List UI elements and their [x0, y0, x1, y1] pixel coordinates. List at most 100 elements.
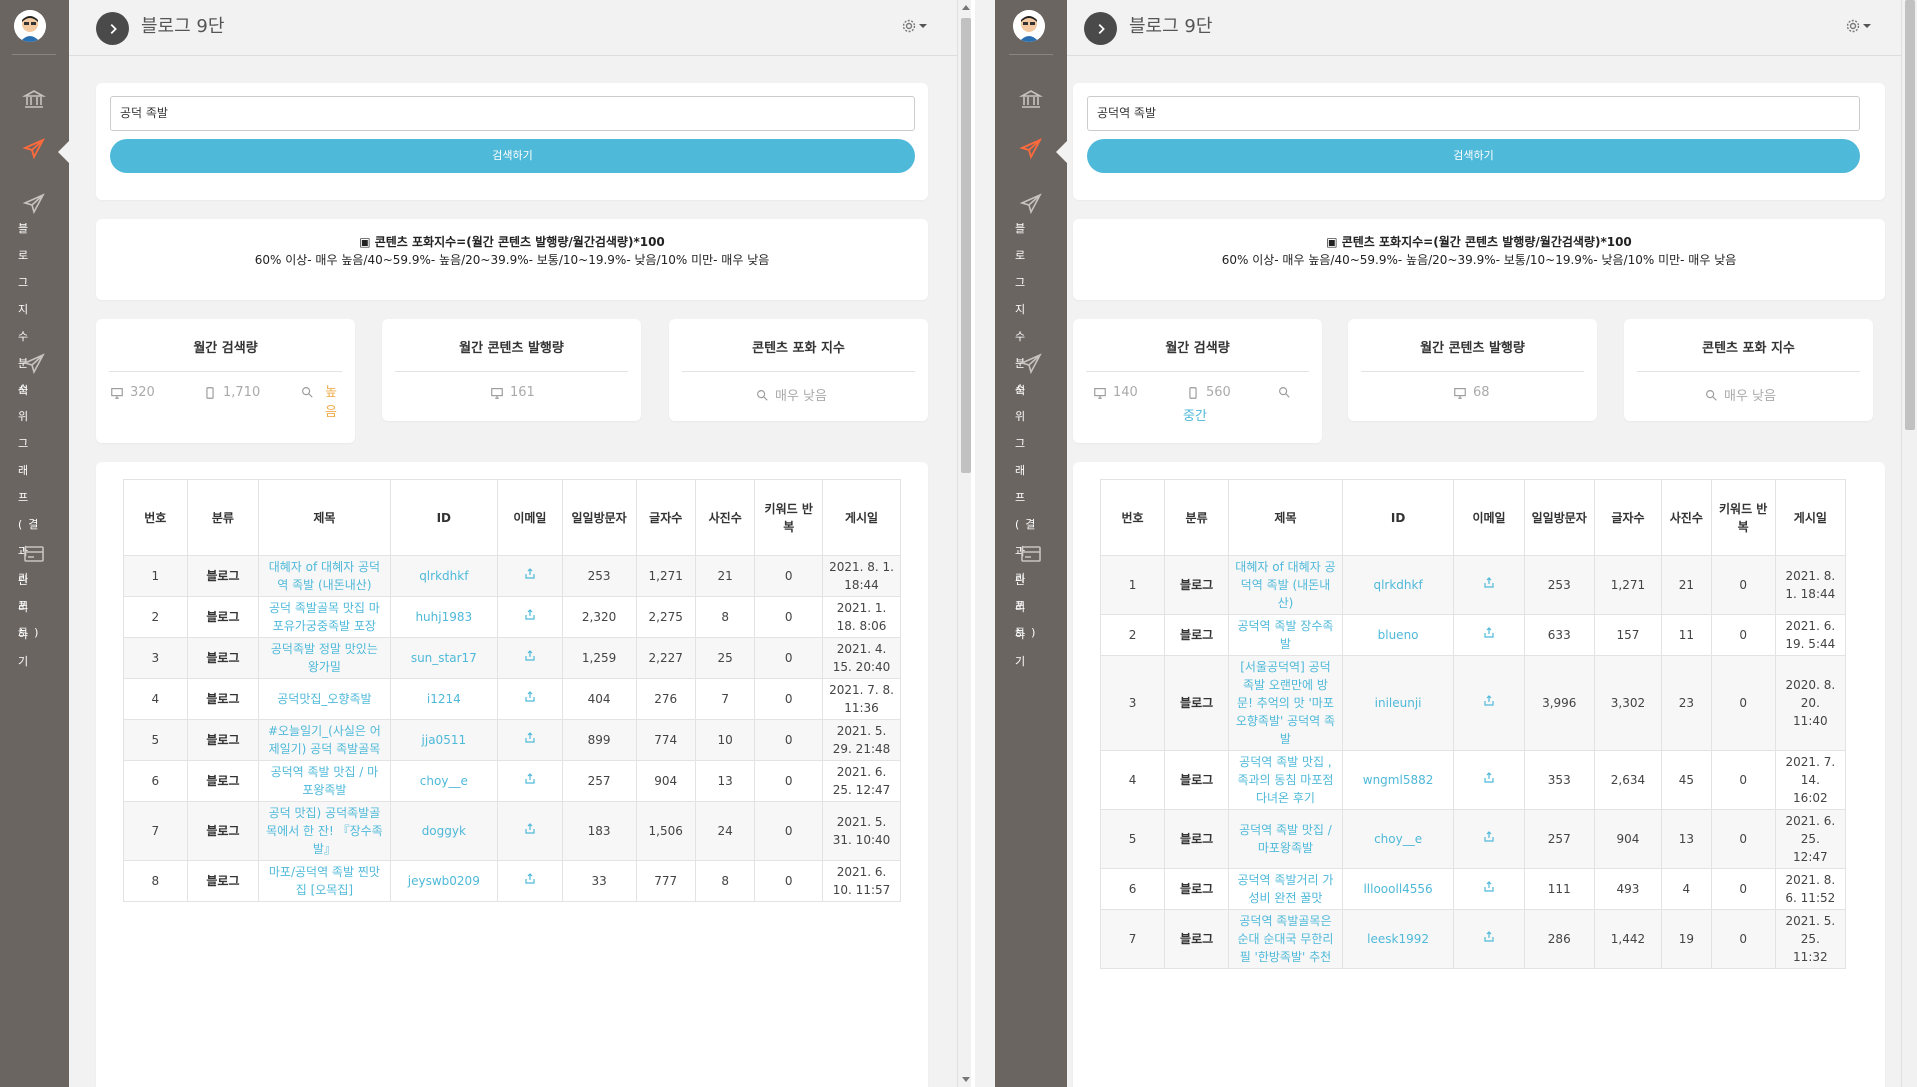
- blog-id-link[interactable]: qlrkdhkf: [389, 555, 499, 597]
- card-icon[interactable]: [20, 540, 48, 568]
- blog-id-link[interactable]: blueno: [1341, 614, 1455, 656]
- send-icon-active[interactable]: [1017, 135, 1045, 163]
- post-title-link[interactable]: 공덕 맛집) 공덕족발골목에서 한 잔! 『장수족발』: [258, 801, 391, 861]
- table-row[interactable]: 4 블로그 공덕역 족발 맛집 , 족과의 동침 마포점 다녀온 후기 wngml58…: [1099, 750, 1847, 810]
- share-icon[interactable]: [1483, 576, 1495, 588]
- active-notch: [1056, 140, 1068, 164]
- table-row[interactable]: 4 블로그 공덕맛집_오향족발 i1214 404 276 7 0 2021. 7. 8. 11…: [123, 678, 901, 720]
- search-input[interactable]: 공덕역 족발: [1087, 96, 1860, 131]
- share-icon[interactable]: [1483, 694, 1495, 706]
- email-cell: [1453, 750, 1525, 810]
- post-title-link[interactable]: 공덕역 족발 장수족발: [1228, 614, 1343, 656]
- blog-id-link[interactable]: choy__e: [389, 760, 499, 802]
- post-title-link[interactable]: 공덕역 족발거리 가성비 완전 꿀맛: [1228, 868, 1343, 910]
- blog-id-link[interactable]: choy__e: [1341, 809, 1455, 869]
- gear-icon[interactable]: [901, 18, 917, 34]
- bank-icon[interactable]: [20, 85, 48, 113]
- bank-icon[interactable]: [1017, 85, 1045, 113]
- table-row[interactable]: 6 블로그 공덕역 족발거리 가성비 완전 꿀맛 llloooll4556 111 493…: [1099, 868, 1847, 910]
- table-row[interactable]: 2 블로그 공덕역 족발 장수족발 blueno 633 157 11 0 2021. 6. 1…: [1099, 614, 1847, 656]
- row-category: 블로그: [186, 760, 260, 802]
- gear-icon[interactable]: [1845, 18, 1861, 34]
- blog-id-link[interactable]: sun_star17: [389, 637, 499, 679]
- post-title-link[interactable]: [서울공덕역] 공덕 족발 오랜만에 방문! 추억의 맛 '마포 오향족발' 공…: [1228, 655, 1343, 751]
- sidebar-item-manage[interactable]: 관리하기: [1015, 567, 1045, 675]
- share-icon[interactable]: [1483, 771, 1495, 783]
- share-icon[interactable]: [524, 772, 536, 784]
- expand-button[interactable]: [96, 12, 129, 45]
- table-row[interactable]: 6 블로그 공덕역 족발 맛집 / 마포왕족발 choy__e 257 904 13 0 202…: [123, 760, 901, 802]
- post-title-link[interactable]: #오늘일기_(사실은 어제일기) 공덕 족발골목: [258, 719, 391, 761]
- search-input[interactable]: 공덕 족발: [110, 96, 915, 131]
- expand-button[interactable]: [1084, 12, 1117, 45]
- send-icon[interactable]: [20, 190, 48, 218]
- blog-id-link[interactable]: jeyswb0209: [389, 860, 499, 902]
- blog-id-link[interactable]: qlrkdhkf: [1341, 555, 1455, 615]
- blog-id-link[interactable]: leesk1992: [1341, 909, 1455, 969]
- search-icon: [1279, 387, 1290, 398]
- table-row[interactable]: 7 블로그 공덕역 족발골목은 순대 순대국 무한리필 '한방족발' 추천 leesk…: [1099, 909, 1847, 969]
- share-icon[interactable]: [524, 608, 536, 620]
- share-icon[interactable]: [524, 822, 536, 834]
- blog-id-link[interactable]: doggyk: [389, 801, 499, 861]
- card-icon[interactable]: [1017, 540, 1045, 568]
- search-button[interactable]: 검색하기: [110, 139, 915, 173]
- scroll-thumb[interactable]: [961, 18, 971, 473]
- post-title-link[interactable]: 공덕족발 정말 맛있는 왕가밀: [258, 637, 391, 679]
- blog-id-link[interactable]: huhj1983: [389, 596, 499, 638]
- send-icon[interactable]: [20, 350, 48, 378]
- table-row[interactable]: 1 블로그 대혜자 of 대혜자 공덕역 족발 (내돈내산) qlrkdhkf 253 1…: [1099, 555, 1847, 615]
- share-icon[interactable]: [524, 567, 536, 579]
- column-header: 일일방문자: [1523, 479, 1595, 556]
- daily-visitors: 183: [561, 801, 637, 861]
- post-title-link[interactable]: 공덕역 족발 맛집 / 마포왕족발: [258, 760, 391, 802]
- table-row[interactable]: 3 블로그 공덕족발 정말 맛있는 왕가밀 sun_star17 1,259 2,227 2…: [123, 637, 901, 679]
- blog-id-link[interactable]: inileunji: [1341, 655, 1455, 751]
- post-title-link[interactable]: 공덕역 족발 맛집 , 족과의 동침 마포점 다녀온 후기: [1228, 750, 1343, 810]
- user-avatar[interactable]: [14, 10, 46, 42]
- chevron-down-icon[interactable]: [919, 24, 927, 28]
- table-row[interactable]: 2 블로그 공덕 족발골목 맛집 마포유가궁중족발 포장 huhj1983 2,320 2…: [123, 596, 901, 638]
- post-title-link[interactable]: 마포/공덕역 족발 찐맛집 [오목집]: [258, 860, 391, 902]
- send-icon[interactable]: [1017, 350, 1045, 378]
- table-row[interactable]: 3 블로그 [서울공덕역] 공덕 족발 오랜만에 방문! 추억의 맛 '마포 오향족…: [1099, 655, 1847, 751]
- post-title-link[interactable]: 공덕 족발골목 맛집 마포유가궁중족발 포장: [258, 596, 391, 638]
- column-header: 사진수: [694, 479, 756, 556]
- user-avatar[interactable]: [1013, 10, 1045, 42]
- scroll-up-arrow[interactable]: [962, 5, 970, 10]
- blog-id-link[interactable]: wngml5882: [1341, 750, 1455, 810]
- share-icon[interactable]: [524, 649, 536, 661]
- post-title-link[interactable]: 대혜자 of 대혜자 공덕역 족발 (내돈내산): [1228, 555, 1343, 615]
- scroll-thumb[interactable]: [1905, 0, 1915, 430]
- share-icon[interactable]: [524, 872, 536, 884]
- search-button[interactable]: 검색하기: [1087, 139, 1860, 173]
- post-title-link[interactable]: 공덕맛집_오향족발: [258, 678, 391, 720]
- blog-id-link[interactable]: jja0511: [389, 719, 499, 761]
- post-title-link[interactable]: 공덕역 족발 맛집 / 마포왕족발: [1228, 809, 1343, 869]
- table-row[interactable]: 1 블로그 대혜자 of 대혜자 공덕역 족발 (내돈내산) qlrkdhkf 253 1…: [123, 555, 901, 597]
- share-icon[interactable]: [524, 690, 536, 702]
- sidebar-item-manage[interactable]: 관리하기: [18, 567, 48, 675]
- share-icon[interactable]: [1483, 626, 1495, 638]
- table-row[interactable]: 7 블로그 공덕 맛집) 공덕족발골목에서 한 잔! 『장수족발』 doggyk 183…: [123, 801, 901, 861]
- table-row[interactable]: 5 블로그 #오늘일기_(사실은 어제일기) 공덕 족발골목 jja0511 899 77…: [123, 719, 901, 761]
- share-icon[interactable]: [1483, 830, 1495, 842]
- blog-id-link[interactable]: llloooll4556: [1341, 868, 1455, 910]
- post-title-link[interactable]: 공덕역 족발골목은 순대 순대국 무한리필 '한방족발' 추천: [1228, 909, 1343, 969]
- post-title-link[interactable]: 대혜자 of 대혜자 공덕역 족발 (내돈내산): [258, 555, 391, 597]
- row-number: 5: [1099, 809, 1166, 869]
- row-category: 블로그: [186, 637, 260, 679]
- chevron-down-icon[interactable]: [1863, 24, 1871, 28]
- scrollbar[interactable]: [1901, 0, 1917, 1087]
- send-icon[interactable]: [1017, 190, 1045, 218]
- share-icon[interactable]: [1483, 930, 1495, 942]
- daily-visitors: 3,996: [1523, 655, 1595, 751]
- send-icon-active[interactable]: [20, 135, 48, 163]
- blog-id-link[interactable]: i1214: [389, 678, 499, 720]
- share-icon[interactable]: [524, 731, 536, 743]
- table-row[interactable]: 8 블로그 마포/공덕역 족발 찐맛집 [오목집] jeyswb0209 33 777 8 0…: [123, 860, 901, 902]
- char-count: 2,227: [635, 637, 696, 679]
- scroll-down-arrow[interactable]: [962, 1077, 970, 1082]
- share-icon[interactable]: [1483, 880, 1495, 892]
- table-row[interactable]: 5 블로그 공덕역 족발 맛집 / 마포왕족발 choy__e 257 904 13 0 202…: [1099, 809, 1847, 869]
